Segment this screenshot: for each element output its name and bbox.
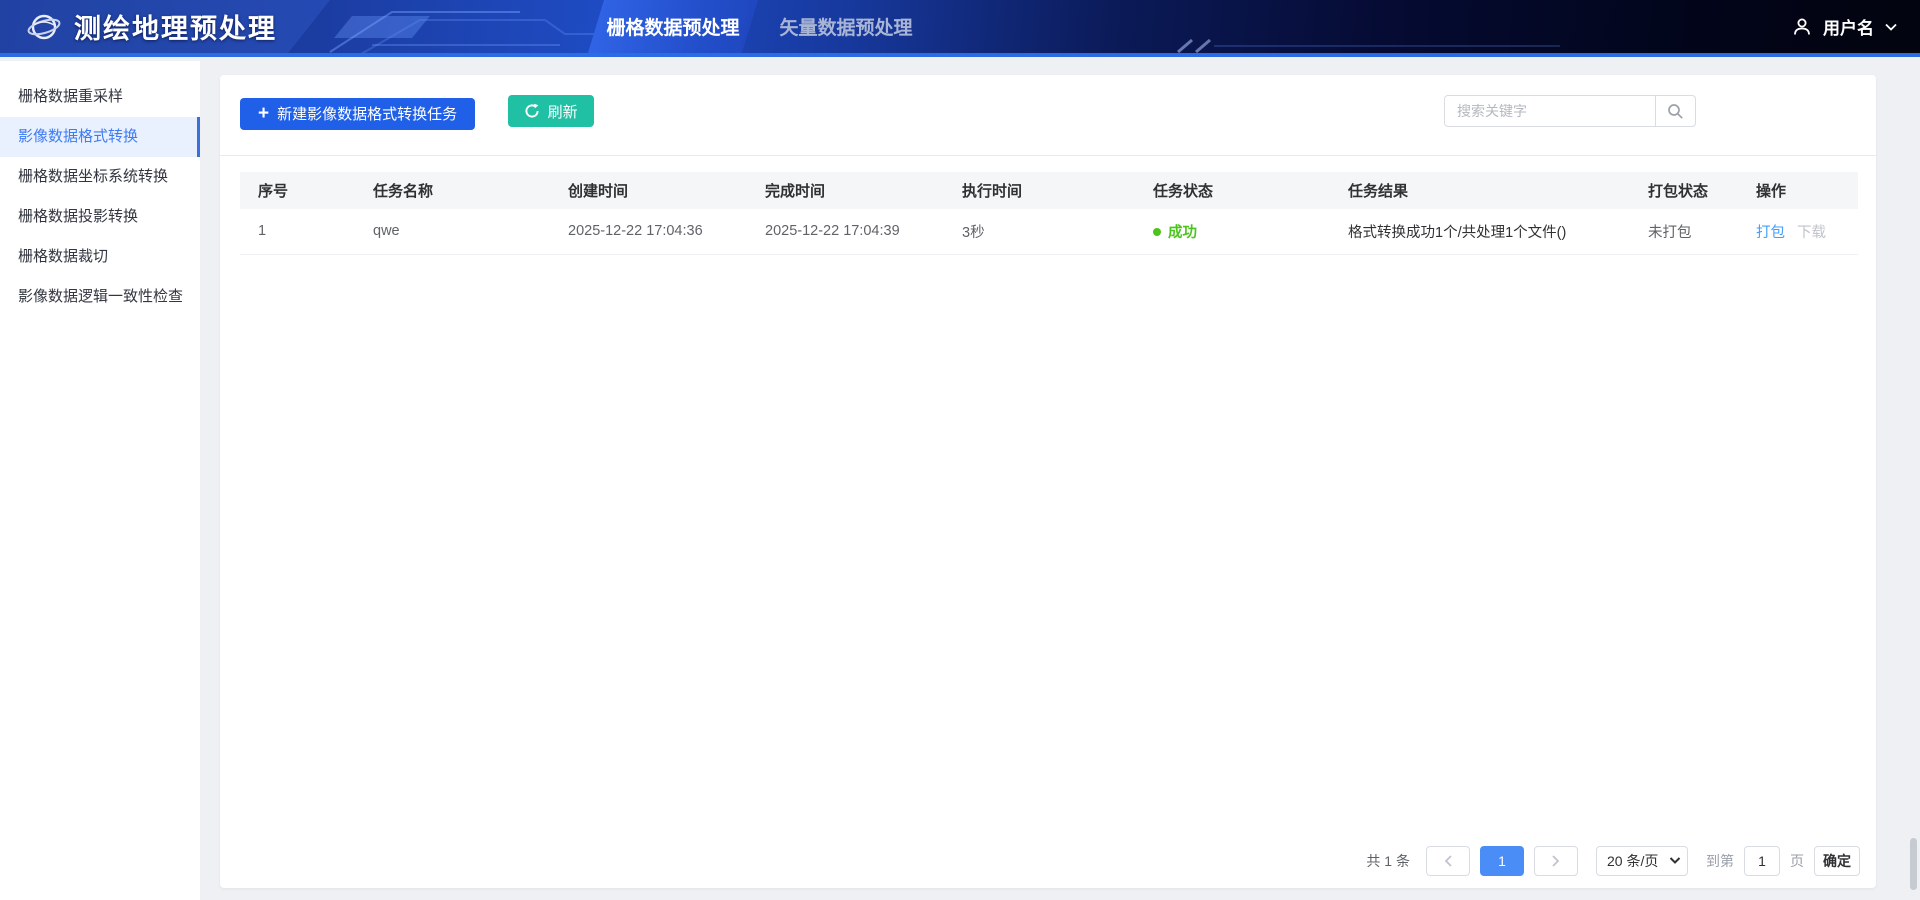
col-finished-at: 完成时间 (747, 172, 944, 209)
col-actions: 操作 (1738, 172, 1858, 209)
tab-raster-preprocess[interactable]: 栅格数据预处理 (588, 0, 758, 53)
task-table: 序号 任务名称 创建时间 完成时间 执行时间 任务状态 任务结果 打包状态 操作… (240, 172, 1858, 255)
total-count-label: 共 1 条 (1366, 851, 1410, 871)
toolbar: + 新建影像数据格式转换任务 刷新 (220, 75, 1876, 155)
user-menu[interactable]: 用户名 (1791, 0, 1898, 53)
status-text: 成功 (1168, 225, 1197, 241)
refresh-button-label: 刷新 (548, 101, 578, 122)
pagination: 共 1 条 1 20 条/页 到第 页 确定 (1366, 846, 1860, 876)
cell-task-name: qwe (355, 209, 550, 254)
new-task-button[interactable]: + 新建影像数据格式转换任务 (240, 98, 475, 130)
user-name: 用户名 (1823, 14, 1874, 39)
goto-prefix-label: 到第 (1706, 851, 1734, 871)
scrollbar-thumb[interactable] (1910, 838, 1917, 890)
col-duration: 执行时间 (944, 172, 1135, 209)
next-page-button[interactable] (1534, 846, 1578, 876)
toolbar-divider (220, 155, 1876, 156)
task-table-wrap: 序号 任务名称 创建时间 完成时间 执行时间 任务状态 任务结果 打包状态 操作… (240, 172, 1858, 255)
cell-created-at: 2025-12-22 17:04:36 (550, 209, 747, 254)
user-icon (1791, 16, 1813, 38)
chevron-down-icon (1884, 22, 1898, 32)
goto-suffix-label: 页 (1790, 851, 1804, 871)
top-tabs: 栅格数据预处理 矢量数据预处理 (588, 0, 934, 53)
cell-index: 1 (240, 209, 355, 254)
cell-finished-at: 2025-12-22 17:04:39 (747, 209, 944, 254)
app-header: 测绘地理预处理 栅格数据预处理 矢量数据预处理 用户名 (0, 0, 1920, 57)
search-icon (1667, 103, 1684, 120)
col-task-name: 任务名称 (355, 172, 550, 209)
content-card: + 新建影像数据格式转换任务 刷新 (220, 75, 1876, 888)
status-dot-icon (1153, 228, 1161, 236)
globe-logo-icon (26, 9, 62, 45)
cell-duration: 3秒 (944, 209, 1135, 254)
page-number-button[interactable]: 1 (1480, 846, 1524, 876)
plus-icon: + (258, 104, 269, 123)
table-header-row: 序号 任务名称 创建时间 完成时间 执行时间 任务状态 任务结果 打包状态 操作 (240, 172, 1858, 209)
goto-confirm-button[interactable]: 确定 (1814, 846, 1860, 876)
search-box (1444, 95, 1696, 127)
page-size-select[interactable]: 20 条/页 (1596, 846, 1688, 876)
col-package-status: 打包状态 (1630, 172, 1738, 209)
col-created-at: 创建时间 (550, 172, 747, 209)
sidebar-item-image-format-convert[interactable]: 影像数据格式转换 (0, 117, 200, 157)
new-task-button-label: 新建影像数据格式转换任务 (277, 103, 457, 124)
goto-page-input[interactable] (1744, 846, 1780, 876)
search-button[interactable] (1655, 96, 1695, 126)
col-result: 任务结果 (1330, 172, 1630, 209)
refresh-icon (524, 103, 540, 119)
sidebar-item-raster-projection-convert[interactable]: 栅格数据投影转换 (0, 197, 200, 237)
sidebar-item-raster-coord-convert[interactable]: 栅格数据坐标系统转换 (0, 157, 200, 197)
chevron-right-icon (1551, 854, 1561, 868)
cell-result: 格式转换成功1个/共处理1个文件() (1330, 209, 1630, 254)
cell-package-status: 未打包 (1630, 209, 1738, 254)
cell-status: 成功 (1135, 209, 1330, 254)
col-index: 序号 (240, 172, 355, 209)
package-link[interactable]: 打包 (1756, 225, 1785, 241)
col-status: 任务状态 (1135, 172, 1330, 209)
sidebar-item-raster-clip[interactable]: 栅格数据裁切 (0, 237, 200, 277)
sidebar: 栅格数据重采样 影像数据格式转换 栅格数据坐标系统转换 栅格数据投影转换 栅格数… (0, 61, 200, 900)
tab-vector-preprocess[interactable]: 矢量数据预处理 (758, 0, 934, 53)
page-size-select-wrap: 20 条/页 (1596, 846, 1688, 876)
header-circuit-decoration (0, 0, 1920, 57)
table-row: 1 qwe 2025-12-22 17:04:36 2025-12-22 17:… (240, 209, 1858, 254)
app-title: 测绘地理预处理 (74, 7, 277, 46)
cell-actions: 打包下载 (1738, 209, 1858, 254)
refresh-button[interactable]: 刷新 (508, 95, 594, 127)
sidebar-item-raster-resample[interactable]: 栅格数据重采样 (0, 77, 200, 117)
prev-page-button[interactable] (1426, 846, 1470, 876)
sidebar-item-image-logic-check[interactable]: 影像数据逻辑一致性检查 (0, 277, 200, 317)
search-input[interactable] (1445, 96, 1655, 126)
download-link[interactable]: 下载 (1797, 225, 1826, 241)
brand: 测绘地理预处理 (26, 0, 277, 53)
chevron-left-icon (1443, 854, 1453, 868)
